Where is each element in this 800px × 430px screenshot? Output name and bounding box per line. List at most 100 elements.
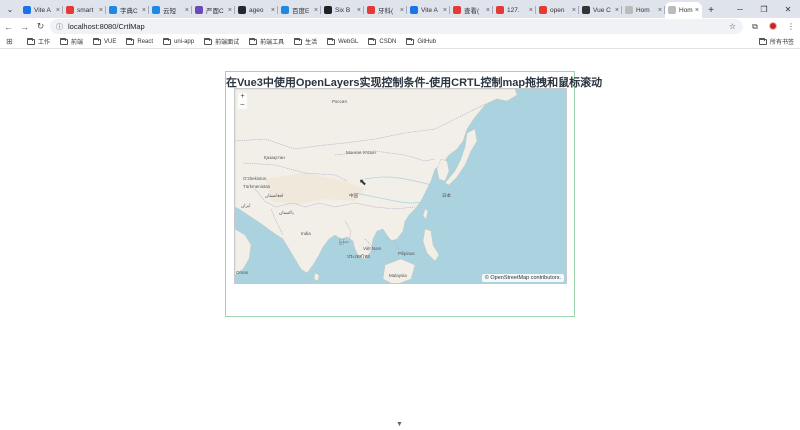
tab-close-icon[interactable]: × <box>99 7 103 14</box>
tab-close-icon[interactable]: × <box>572 7 576 14</box>
browser-tab[interactable]: open × <box>536 2 579 18</box>
tab-close-icon[interactable]: × <box>529 7 533 14</box>
tab-title: 查看( <box>464 8 480 15</box>
browser-tab[interactable]: Vite A × <box>20 2 63 18</box>
tab-close-icon[interactable]: × <box>658 7 662 14</box>
bookmark-folder[interactable]: React <box>126 37 153 45</box>
bookmark-folder[interactable]: VUE <box>93 37 116 45</box>
tab-title: Hom <box>636 6 650 14</box>
browser-tab[interactable]: 牙科(× <box>364 2 407 18</box>
tab-close-icon[interactable]: × <box>228 7 232 14</box>
browser-tab[interactable]: Six B × <box>321 2 364 18</box>
map-viewport[interactable]: + – Россия Қазақстан Монгол Улсын O'zbek… <box>234 88 567 284</box>
bookmark-label: CSDN <box>379 38 397 45</box>
tab-close-icon[interactable]: × <box>185 7 189 14</box>
tab-close-icon[interactable]: × <box>615 7 619 14</box>
tab-title: Hom <box>679 6 693 14</box>
maximize-icon[interactable]: ❐ <box>752 0 776 18</box>
folder-icon <box>126 37 135 45</box>
tab-close-icon[interactable]: × <box>314 7 318 14</box>
tab-close-icon[interactable]: × <box>443 7 447 14</box>
bookmark-label: 工作 <box>38 40 51 46</box>
reload-icon[interactable]: ↻ <box>33 21 48 32</box>
bookmark-label: WebGL <box>338 38 359 45</box>
tab-favicon-icon <box>668 6 676 14</box>
browser-tab[interactable]: 云短 × <box>149 2 192 18</box>
folder-icon <box>327 37 336 45</box>
label-philippines: Pilipinas <box>398 251 415 256</box>
tab-favicon-icon <box>281 6 289 14</box>
label-malaysia: Malaysia <box>389 273 407 278</box>
tab-search-button[interactable]: ⌄ <box>3 2 17 16</box>
tab-list: Vite A × smart × 字典C × 云短 × 严面C × ageo × 百度E × Six B × 牙… <box>20 0 702 18</box>
bookmark-folder[interactable]: 前端 <box>60 37 83 46</box>
browser-tab[interactable]: 字典C × <box>106 2 149 18</box>
tab-close-icon[interactable]: × <box>486 7 490 14</box>
scroll-down-arrow-icon[interactable]: ▼ <box>396 421 403 428</box>
bookmark-label: 前端面试 <box>215 40 240 46</box>
label-thailand: ประเทศไทย <box>347 254 370 259</box>
browser-tab[interactable]: smart × <box>63 2 106 18</box>
tab-close-icon[interactable]: × <box>56 7 60 14</box>
profile-avatar[interactable] <box>764 21 782 32</box>
browser-tab[interactable]: Vite A × <box>407 2 450 18</box>
bookmark-label: 生活 <box>305 40 318 46</box>
bookmark-list: 工作 前端 VUE React uni-app 前端面试 前端工具 生活 WebGL CSDN Gi… <box>27 37 446 46</box>
bookmark-folder[interactable]: CSDN <box>368 37 397 45</box>
tab-close-icon[interactable]: × <box>357 7 361 14</box>
new-tab-button[interactable]: + <box>704 5 718 16</box>
browser-tab[interactable]: Hom × <box>665 2 702 18</box>
all-bookmarks-folder[interactable]: 所有书签 <box>758 37 794 46</box>
address-bar[interactable]: ⓘ localhost:8080/CrtlMap ☆ <box>50 19 743 34</box>
zoom-out-button[interactable]: – <box>238 101 247 109</box>
label-vietnam: Việt Nam <box>363 246 382 251</box>
tab-close-icon[interactable]: × <box>695 7 699 14</box>
zoom-in-button[interactable]: + <box>238 93 247 101</box>
bookmark-folder[interactable]: uni-app <box>163 37 194 45</box>
tab-close-icon[interactable]: × <box>271 7 275 14</box>
extensions-icon[interactable]: ⧉ <box>746 22 764 32</box>
label-china: 中国 <box>349 193 358 198</box>
forward-icon[interactable]: → <box>17 22 32 32</box>
bookmark-star-icon[interactable]: ☆ <box>729 22 736 31</box>
label-kazakhstan: Қазақстан <box>264 155 285 160</box>
label-mongolia: Монгол Улсын <box>346 150 376 155</box>
map-card: 在Vue3中使用OpenLayers实现控制条件-使用CRTL控制map拖拽和鼠… <box>225 71 602 317</box>
tab-title: open <box>550 6 565 14</box>
browser-tab[interactable]: Hom × <box>622 2 665 18</box>
browser-tab[interactable]: 百度E × <box>278 2 321 18</box>
folder-icon <box>758 37 767 45</box>
tab-title: 百度E <box>292 8 310 15</box>
bookmark-folder[interactable]: WebGL <box>327 37 359 45</box>
browser-tab[interactable]: ageo × <box>235 2 278 18</box>
close-window-icon[interactable]: ✕ <box>776 0 800 18</box>
tab-favicon-icon <box>496 6 504 14</box>
bookmark-folder[interactable]: 生活 <box>294 37 317 46</box>
label-japan: 日本 <box>442 193 451 198</box>
bookmark-folder[interactable]: 前端面试 <box>204 37 239 46</box>
back-icon[interactable]: ← <box>1 22 16 32</box>
browser-tab[interactable]: Vue C × <box>579 2 622 18</box>
bookmark-folder[interactable]: 前端工具 <box>249 37 284 46</box>
bookmarks-bar: ⊞ 工作 前端 VUE React uni-app 前端面试 前端工具 生活 WebGL CSDN… <box>0 35 800 49</box>
bookmark-folder[interactable]: GitHub <box>406 37 437 45</box>
folder-icon <box>406 37 415 45</box>
label-russia: Россия <box>332 99 347 104</box>
tab-close-icon[interactable]: × <box>400 7 404 14</box>
tab-favicon-icon <box>195 6 203 14</box>
bookmark-label: 前端 <box>71 40 84 46</box>
browser-tab[interactable]: 查看( × <box>450 2 493 18</box>
map-attribution[interactable]: © OpenStreetMap contributors. <box>481 274 564 282</box>
site-info-icon[interactable]: ⓘ <box>56 22 65 32</box>
minimize-icon[interactable]: ─ <box>728 0 752 18</box>
browser-tab[interactable]: 127. × <box>493 2 536 18</box>
label-iran: ایران <box>241 203 251 208</box>
folder-icon <box>27 37 35 45</box>
tab-close-icon[interactable]: × <box>142 7 146 14</box>
menu-icon[interactable]: ⋮ <box>782 22 800 31</box>
browser-tab[interactable]: 严面C × <box>192 2 235 18</box>
bookmark-label: GitHub <box>417 38 437 45</box>
apps-grid-icon[interactable]: ⊞ <box>6 37 18 46</box>
bookmark-folder[interactable]: 工作 <box>27 37 50 46</box>
tab-title: 字典C <box>120 8 138 15</box>
